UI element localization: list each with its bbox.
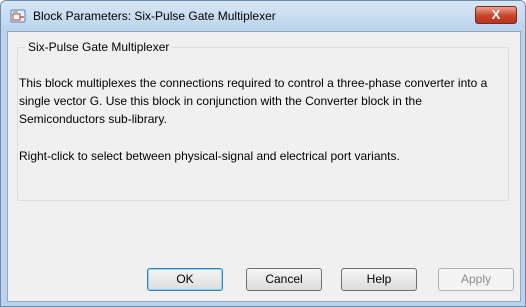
close-icon: X	[491, 7, 501, 22]
block-description: This block multiplexes the connections r…	[19, 74, 497, 184]
dialog-window: Block Parameters: Six-Pulse Gate Multipl…	[0, 0, 526, 307]
close-button[interactable]: X	[475, 6, 517, 24]
description-paragraph-1: This block multiplexes the connections r…	[19, 76, 488, 126]
cancel-button[interactable]: Cancel	[246, 268, 322, 291]
group-title: Six-Pulse Gate Multiplexer	[25, 40, 173, 54]
window-title: Block Parameters: Six-Pulse Gate Multipl…	[33, 9, 276, 23]
ok-button[interactable]: OK	[147, 268, 223, 291]
apply-button[interactable]: Apply	[438, 268, 514, 291]
dialog-body: Six-Pulse Gate Multiplexer This block mu…	[7, 31, 521, 302]
simulink-block-icon	[10, 9, 26, 23]
description-paragraph-2: Right-click to select between physical-s…	[19, 149, 400, 163]
help-button[interactable]: Help	[341, 268, 417, 291]
title-bar[interactable]: Block Parameters: Six-Pulse Gate Multipl…	[1, 1, 525, 31]
